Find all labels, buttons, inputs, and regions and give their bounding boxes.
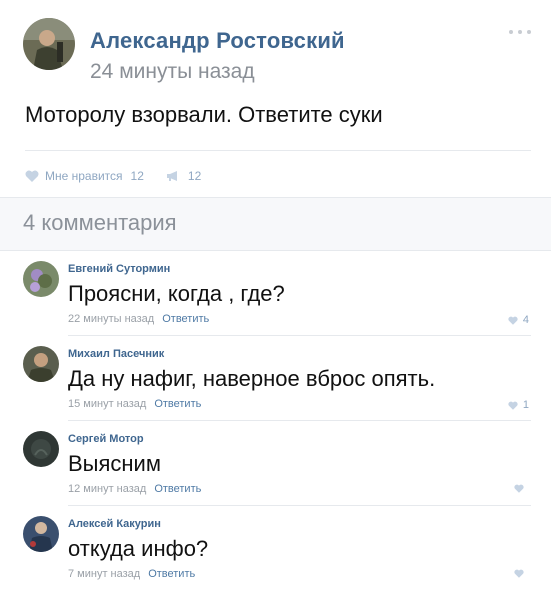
heart-icon: [508, 316, 518, 325]
like-button[interactable]: Мне нравится 12: [25, 169, 144, 183]
heart-icon: [514, 569, 524, 578]
comment-like-button[interactable]: [514, 569, 529, 578]
post-author-name[interactable]: Александр Ростовский: [90, 28, 345, 54]
comment-meta: 12 минут назад Ответить: [68, 483, 201, 495]
divider: [25, 150, 531, 151]
comment-like-button[interactable]: [514, 484, 529, 493]
like-label: Мне нравится: [45, 169, 123, 183]
commenter-avatar[interactable]: [23, 431, 59, 467]
commenter-avatar[interactable]: [23, 261, 59, 297]
comment-text: откуда инфо?: [68, 536, 209, 561]
post-header: Александр Ростовский 24 минуты назад: [0, 0, 551, 95]
author-avatar[interactable]: [23, 18, 75, 70]
reply-button[interactable]: Ответить: [148, 568, 195, 580]
comment-time: 7 минут назад: [68, 568, 141, 580]
like-count: 12: [130, 169, 144, 183]
comments-count-title: 4 комментария: [23, 210, 177, 235]
comment-item: Алексей Какурин откуда инфо? 7 минут наз…: [0, 506, 551, 591]
comment-author[interactable]: Евгений Сутормин: [68, 263, 170, 275]
comment-item: Михаил Пасечник Да ну нафиг, наверное вб…: [0, 336, 551, 421]
comment-like-count: 4: [522, 314, 529, 326]
comment-text: Выясним: [68, 451, 161, 476]
comment-time: 22 минуты назад: [68, 313, 155, 325]
comment-item: Сергей Мотор Выясним 12 минут назад Ответ…: [0, 421, 551, 506]
commenter-avatar[interactable]: [23, 346, 59, 382]
share-count: 12: [187, 169, 202, 183]
comment-author[interactable]: Михаил Пасечник: [68, 348, 164, 360]
heart-icon: [25, 170, 39, 182]
heart-icon: [514, 484, 524, 493]
post-timestamp: 24 минуты назад: [90, 60, 255, 83]
comment-author[interactable]: Алексей Какурин: [68, 518, 161, 530]
comment-time: 12 минут назад: [68, 483, 147, 495]
reply-button[interactable]: Ответить: [154, 398, 201, 410]
comment-item: Евгений Сутормин Проясни, когда , где? 2…: [0, 251, 551, 336]
reply-button[interactable]: Ответить: [154, 483, 201, 495]
megaphone-icon: [166, 171, 177, 181]
comments-header-bar: 4 комментария: [0, 198, 551, 250]
reply-button[interactable]: Ответить: [162, 313, 209, 325]
share-button[interactable]: 12: [166, 169, 201, 183]
post-actions: Мне нравится 12 12: [25, 166, 223, 186]
comment-text: Проясни, когда , где?: [68, 281, 285, 306]
comment-like-button[interactable]: 1: [508, 399, 529, 411]
more-options-icon[interactable]: [509, 30, 531, 36]
commenter-avatar[interactable]: [23, 516, 59, 552]
comment-like-count: 1: [522, 399, 529, 411]
comment-time: 15 минут назад: [68, 398, 147, 410]
comment-like-button[interactable]: 4: [508, 314, 529, 326]
comment-meta: 15 минут назад Ответить: [68, 398, 201, 410]
comment-text: Да ну нафиг, наверное вброс опять.: [68, 366, 436, 391]
post-text: Моторолу взорвали. Ответите суки: [25, 102, 383, 127]
heart-icon: [508, 401, 518, 410]
comment-author[interactable]: Сергей Мотор: [68, 433, 144, 445]
comment-meta: 7 минут назад Ответить: [68, 568, 195, 580]
comment-meta: 22 минуты назад Ответить: [68, 313, 209, 325]
